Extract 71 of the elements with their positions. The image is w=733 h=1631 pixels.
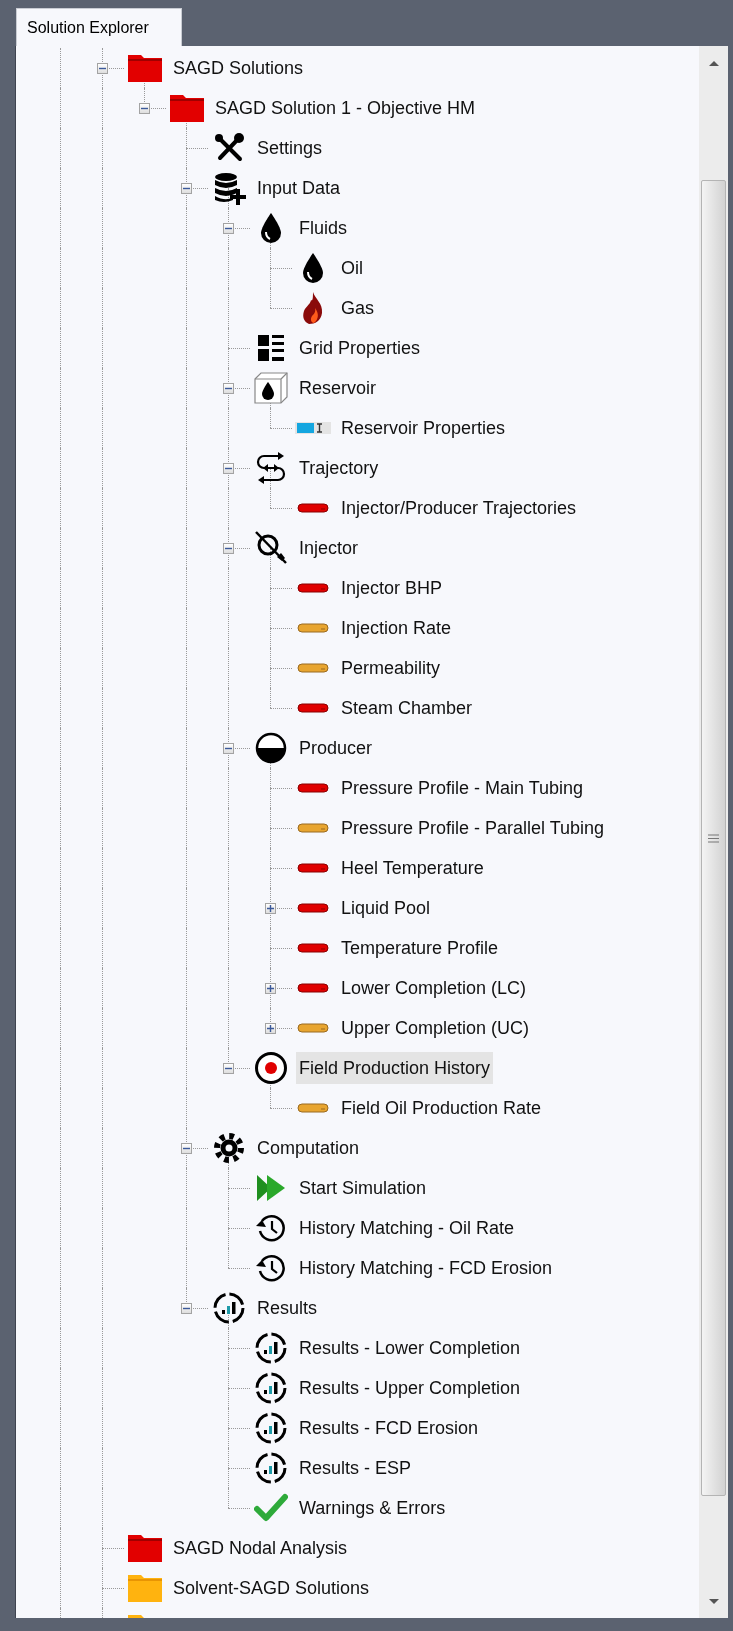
drop-icon xyxy=(259,212,283,244)
half-circle-icon xyxy=(255,732,287,764)
expander-button[interactable] xyxy=(181,1303,192,1314)
bar-icon xyxy=(297,663,329,673)
chart-icon xyxy=(254,1371,288,1405)
minus-icon xyxy=(141,105,148,112)
expander-button[interactable] xyxy=(223,383,234,394)
minus-icon xyxy=(225,385,232,392)
plus-icon xyxy=(267,985,274,992)
grid-list-icon xyxy=(256,333,286,363)
check-icon xyxy=(254,1493,288,1523)
bar-icon xyxy=(295,421,331,435)
expander-button[interactable] xyxy=(223,1063,234,1074)
bar-icon xyxy=(297,903,329,913)
chart-icon xyxy=(254,1331,288,1365)
database-plus-icon xyxy=(212,171,246,205)
expander-button[interactable] xyxy=(223,543,234,554)
minus-icon xyxy=(183,1305,190,1312)
minus-icon xyxy=(225,745,232,752)
history-icon xyxy=(255,1212,287,1244)
caret-down-icon xyxy=(707,1597,720,1605)
bar-icon xyxy=(297,943,329,953)
bar-icon xyxy=(297,623,329,633)
arrows-icon xyxy=(254,451,288,485)
minus-icon xyxy=(99,65,106,72)
tree-item[interactable]: Field Production History xyxy=(296,1052,494,1084)
bar-icon xyxy=(297,583,329,593)
plus-icon xyxy=(267,905,274,912)
gauge-icon xyxy=(253,530,289,566)
minus-icon xyxy=(225,465,232,472)
minus-icon xyxy=(183,1145,190,1152)
scrollbar-thumb[interactable] xyxy=(701,180,726,1496)
expander-button[interactable] xyxy=(139,103,150,114)
chart-icon xyxy=(254,1451,288,1485)
expander-button[interactable] xyxy=(223,743,234,754)
expander-button[interactable] xyxy=(265,983,276,994)
flame-icon xyxy=(301,291,325,325)
minus-icon xyxy=(183,185,190,192)
minus-icon xyxy=(225,225,232,232)
minus-icon xyxy=(225,1065,232,1072)
target-icon xyxy=(254,1051,288,1085)
caret-up-icon xyxy=(707,59,720,67)
drop-icon xyxy=(301,252,325,284)
minus-icon xyxy=(225,545,232,552)
gear-icon xyxy=(213,1132,245,1164)
bar-icon xyxy=(297,503,329,513)
expander-button[interactable] xyxy=(223,463,234,474)
folder-icon xyxy=(127,53,163,83)
cube-drop-icon xyxy=(253,371,289,405)
expander-button[interactable] xyxy=(97,63,108,74)
bar-icon xyxy=(297,703,329,713)
bar-icon xyxy=(297,783,329,793)
bar-icon xyxy=(297,863,329,873)
chart-icon xyxy=(212,1291,246,1325)
bar-icon xyxy=(297,1023,329,1033)
bar-icon xyxy=(297,983,329,993)
history-icon xyxy=(255,1252,287,1284)
plus-icon xyxy=(267,1025,274,1032)
expander-button[interactable] xyxy=(265,903,276,914)
expander-button[interactable] xyxy=(181,183,192,194)
chart-icon xyxy=(254,1411,288,1445)
folder-icon xyxy=(127,1533,163,1563)
bar-icon xyxy=(297,823,329,833)
expander-button[interactable] xyxy=(181,1143,192,1154)
expander-button[interactable] xyxy=(265,1023,276,1034)
bar-icon xyxy=(297,1103,329,1113)
panel-tab[interactable]: Solution Explorer xyxy=(16,8,182,46)
play-icon xyxy=(255,1172,287,1204)
expander-button[interactable] xyxy=(223,223,234,234)
folder-icon xyxy=(127,1573,163,1603)
folder-icon xyxy=(169,93,205,123)
